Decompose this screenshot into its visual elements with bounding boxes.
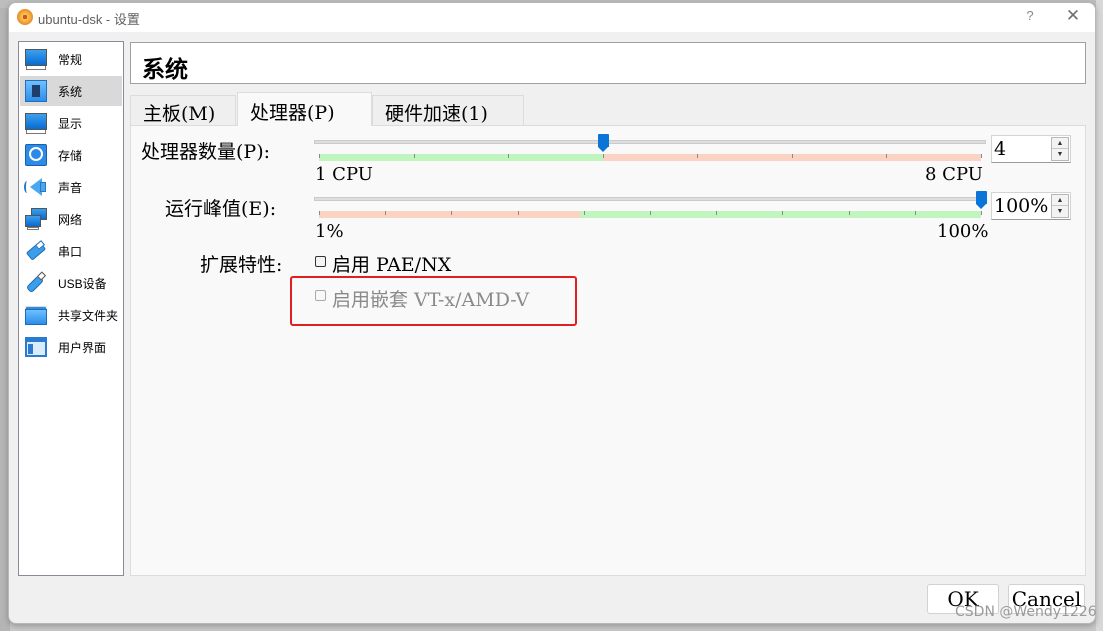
cpu-count-value: 4 bbox=[994, 138, 1007, 160]
chip-icon bbox=[24, 79, 48, 103]
sidebar-item-display[interactable]: 显示 bbox=[20, 108, 122, 138]
sidebar-item-label: 声音 bbox=[58, 180, 83, 195]
cpu-count-spinbox[interactable]: 4 ▲ ▼ bbox=[991, 135, 1071, 163]
sidebar-item-audio[interactable]: 声音 bbox=[20, 172, 122, 202]
sidebar-item-label: 系统 bbox=[58, 84, 83, 99]
watermark: CSDN @Wendy1226 bbox=[955, 604, 1097, 620]
processor-tab-panel bbox=[130, 125, 1086, 576]
sidebar-item-label: 存储 bbox=[58, 148, 83, 163]
slider-tick bbox=[697, 154, 699, 158]
sidebar-item-serial-ports[interactable]: 串口 bbox=[20, 236, 122, 266]
extended-features-label: 扩展特性: bbox=[200, 254, 283, 276]
network-icon bbox=[24, 207, 48, 231]
usb-icon bbox=[24, 271, 48, 295]
page-title: 系统 bbox=[142, 57, 188, 83]
sidebar-item-general[interactable]: 常规 bbox=[20, 44, 122, 74]
sidebar-item-usb[interactable]: USB设备 bbox=[20, 268, 122, 298]
spin-up-arrow-icon[interactable]: ▲ bbox=[1052, 195, 1068, 206]
slider-tick bbox=[385, 211, 387, 215]
tab-motherboard[interactable]: 主板(M) bbox=[130, 95, 236, 125]
sidebar-item-shared-folders[interactable]: 共享文件夹 bbox=[20, 300, 122, 330]
title-bar: ubuntu-dsk - 设置 ? ✕ bbox=[9, 3, 1095, 32]
execution-cap-slider-handle[interactable] bbox=[976, 191, 987, 209]
sidebar-item-label: 网络 bbox=[58, 212, 83, 227]
slider-tick bbox=[981, 154, 982, 158]
sidebar-item-label: 常规 bbox=[58, 52, 83, 67]
pae-nx-label[interactable]: 启用 PAE/NX bbox=[332, 250, 451, 277]
shared-folder-icon bbox=[24, 303, 48, 327]
slider-segment-warning bbox=[319, 211, 580, 218]
execution-cap-min-label: 1% bbox=[315, 221, 344, 242]
slider-tick bbox=[650, 211, 651, 215]
window-title: ubuntu-dsk - 设置 bbox=[38, 12, 140, 27]
user-interface-icon bbox=[24, 335, 48, 359]
slider-tick bbox=[319, 154, 320, 158]
sidebar-item-label: 共享文件夹 bbox=[58, 308, 119, 323]
slider-tick bbox=[716, 211, 718, 215]
execution-cap-slider-scale bbox=[319, 211, 982, 218]
sidebar-item-label: 串口 bbox=[58, 244, 83, 259]
cpu-count-spin-buttons: ▲ ▼ bbox=[1051, 137, 1069, 161]
cpu-count-slider-scale bbox=[319, 154, 982, 161]
pae-nx-checkbox[interactable] bbox=[315, 256, 326, 267]
slider-tick bbox=[583, 211, 585, 215]
execution-cap-slider-groove[interactable] bbox=[314, 197, 986, 201]
slider-tick bbox=[848, 211, 850, 215]
execution-cap-spin-buttons: ▲ ▼ bbox=[1051, 194, 1069, 218]
sidebar-item-user-interface[interactable]: 用户界面 bbox=[20, 332, 122, 362]
slider-tick bbox=[782, 211, 784, 215]
spin-up-arrow-icon[interactable]: ▲ bbox=[1052, 138, 1068, 149]
settings-sidebar: 常规 系统 显示 存储 声音 网络 串口 USB设备 共享文件夹 用户界面 bbox=[18, 41, 124, 576]
close-button[interactable]: ✕ bbox=[1064, 6, 1082, 26]
execution-cap-label: 运行峰值(E): bbox=[165, 198, 277, 220]
slider-tick bbox=[602, 154, 604, 158]
execution-cap-max-label: 100% bbox=[937, 221, 989, 242]
annotation-highlight-box bbox=[290, 276, 577, 326]
page-header: 系统 bbox=[130, 42, 1086, 84]
cpu-count-slider-groove[interactable] bbox=[314, 140, 986, 144]
slider-tick bbox=[451, 211, 453, 215]
tab-acceleration[interactable]: 硬件加速(1) bbox=[372, 95, 524, 125]
sidebar-item-system[interactable]: 系统 bbox=[20, 76, 122, 106]
monitor-icon bbox=[24, 47, 48, 71]
desktop-background-right bbox=[1096, 0, 1103, 631]
slider-tick bbox=[791, 154, 793, 158]
storage-icon bbox=[24, 143, 48, 167]
sidebar-item-label: 用户界面 bbox=[58, 340, 107, 355]
sidebar-item-label: 显示 bbox=[58, 116, 83, 131]
slider-tick bbox=[981, 211, 982, 215]
execution-cap-value: 100% bbox=[994, 195, 1049, 217]
execution-cap-spinbox[interactable]: 100% ▲ ▼ bbox=[991, 192, 1071, 220]
spin-down-arrow-icon[interactable]: ▼ bbox=[1052, 149, 1068, 160]
settings-dialog: ubuntu-dsk - 设置 ? ✕ 常规 系统 显示 存储 声音 网络 串口… bbox=[8, 2, 1096, 624]
cpu-count-label: 处理器数量(P): bbox=[141, 141, 271, 163]
speaker-icon bbox=[24, 175, 48, 199]
slider-tick bbox=[319, 211, 320, 215]
spin-down-arrow-icon[interactable]: ▼ bbox=[1052, 206, 1068, 217]
serial-port-icon bbox=[24, 239, 48, 263]
help-button[interactable]: ? bbox=[1022, 8, 1038, 23]
slider-tick bbox=[886, 154, 888, 158]
sidebar-item-network[interactable]: 网络 bbox=[20, 204, 122, 234]
tab-processor[interactable]: 处理器(P) bbox=[237, 92, 372, 126]
cpu-count-slider-handle[interactable] bbox=[597, 134, 609, 152]
cpu-count-max-label: 8 CPU bbox=[925, 164, 983, 185]
sidebar-item-label: USB设备 bbox=[58, 276, 107, 291]
slider-segment-safe bbox=[319, 154, 603, 161]
display-icon bbox=[24, 111, 48, 135]
sidebar-item-storage[interactable]: 存储 bbox=[20, 140, 122, 170]
slider-tick bbox=[413, 154, 415, 158]
slider-segment-safe bbox=[579, 211, 981, 218]
cpu-count-min-label: 1 CPU bbox=[315, 164, 373, 185]
slider-tick bbox=[517, 211, 519, 215]
slider-tick bbox=[914, 211, 916, 215]
slider-tick bbox=[508, 154, 510, 158]
virtualbox-app-icon bbox=[17, 9, 33, 25]
